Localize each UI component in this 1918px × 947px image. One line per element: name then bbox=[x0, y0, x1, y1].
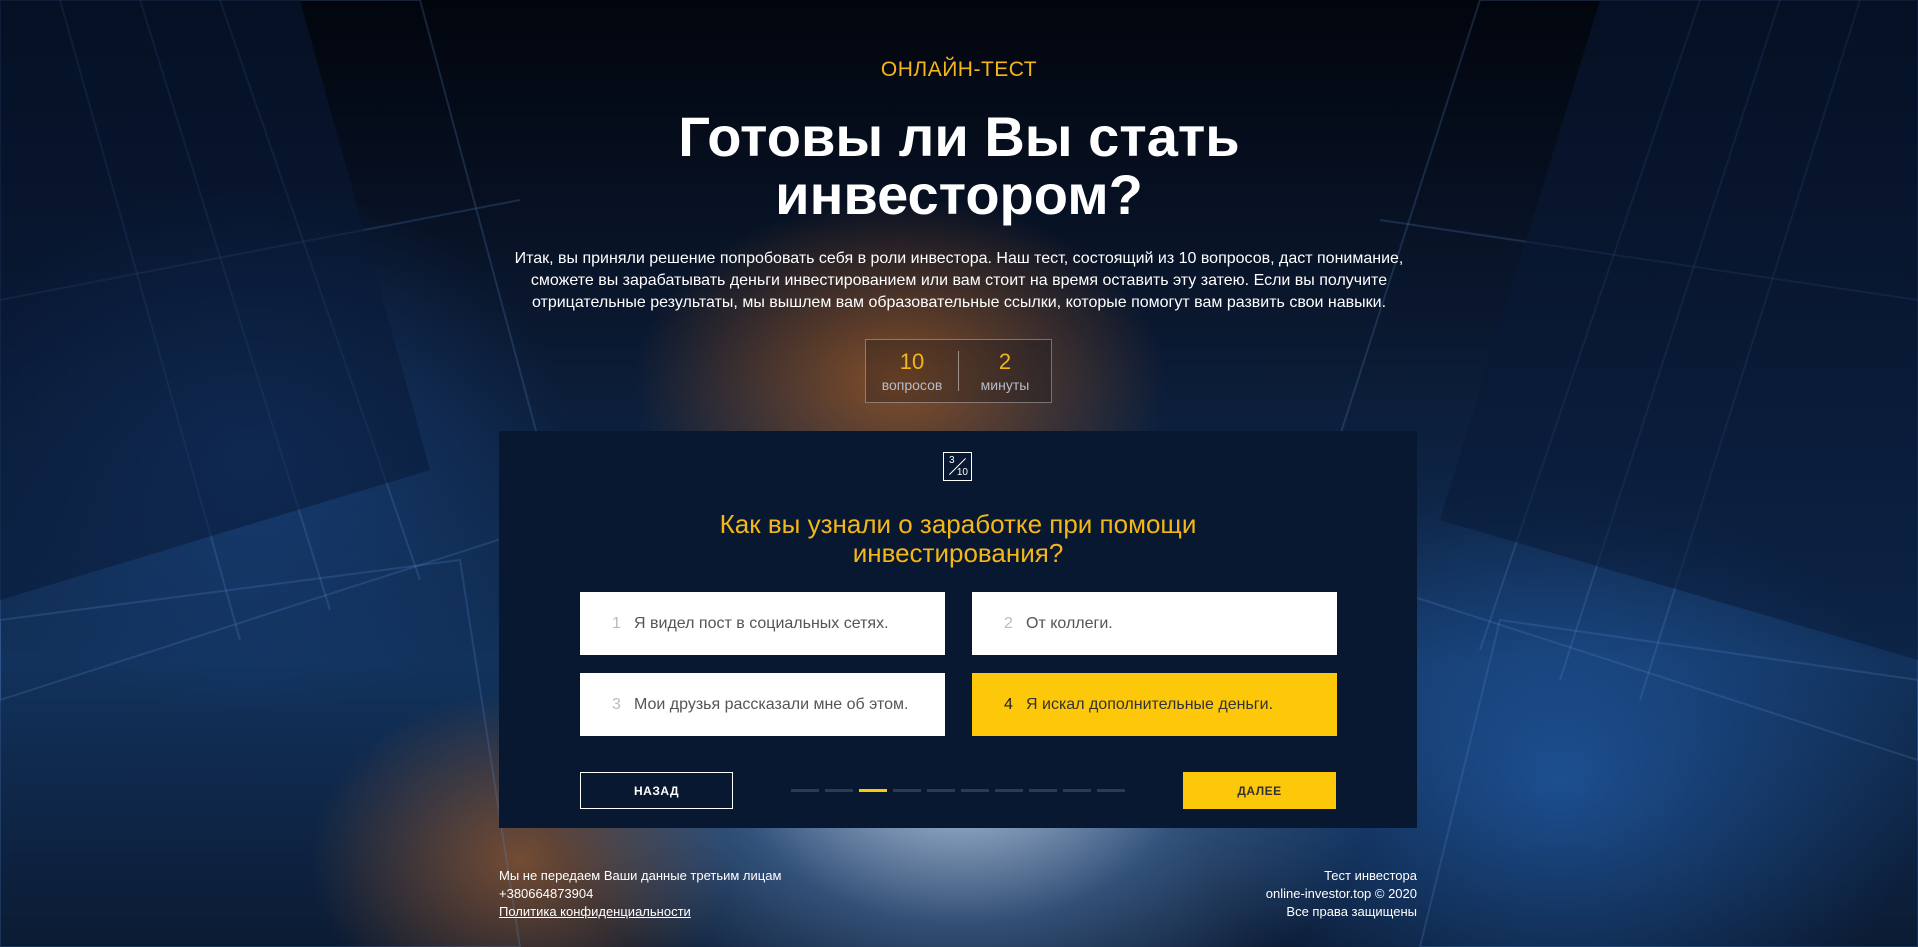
copyright: online-investor.top © 2020 bbox=[1265, 886, 1417, 901]
answer-label: От коллеги. bbox=[1026, 614, 1113, 632]
answer-number: 1 bbox=[612, 614, 621, 632]
questions-count: 10 bbox=[899, 349, 925, 374]
question-counter: 3 10 bbox=[943, 452, 972, 481]
answer-label: Я искал дополнительные деньги. bbox=[1026, 695, 1274, 713]
progress-segment bbox=[961, 789, 989, 792]
counter-total: 10 bbox=[956, 467, 968, 478]
answer-number: 3 bbox=[612, 695, 621, 713]
answer-option-2[interactable]: 2 От коллеги. bbox=[972, 592, 1337, 655]
rights-note: Все права защищены bbox=[1286, 904, 1417, 919]
footer-left: Мы не передаем Ваши данные третьим лицам… bbox=[499, 867, 781, 921]
progress-segment bbox=[1097, 789, 1125, 792]
progress-segment bbox=[859, 789, 887, 792]
answer-option-4[interactable]: 4 Я искал дополнительные деньги. bbox=[972, 673, 1337, 736]
minutes-stat: 2 минуты bbox=[959, 349, 1051, 393]
kicker-label: ОНЛАЙН-ТЕСТ bbox=[880, 58, 1038, 81]
test-stats-box: 10 вопросов 2 минуты bbox=[865, 339, 1052, 403]
questions-stat: 10 вопросов bbox=[866, 349, 958, 393]
page-title: Готовы ли Вы стать инвестором? bbox=[678, 105, 1240, 226]
intro-text: Итак, вы приняли решение попробовать себ… bbox=[514, 250, 1404, 311]
progress-segment bbox=[927, 789, 955, 792]
progress-segment bbox=[995, 789, 1023, 792]
answer-number: 2 bbox=[1004, 614, 1013, 632]
next-button[interactable]: ДАЛЕЕ bbox=[1183, 772, 1336, 809]
answer-label: Я видел пост в социальных сетях. bbox=[634, 614, 889, 632]
contact-phone: +380664873904 bbox=[499, 886, 594, 901]
answer-option-3[interactable]: 3 Мои друзья рассказали мне об этом. bbox=[580, 673, 945, 736]
question-text: Как вы узнали о заработке при помощи инв… bbox=[719, 509, 1197, 568]
answer-number: 4 bbox=[1004, 695, 1013, 713]
privacy-policy-link[interactable]: Политика конфиденциальности bbox=[499, 903, 781, 921]
progress-segment bbox=[1063, 789, 1091, 792]
counter-current: 3 bbox=[949, 455, 955, 466]
progress-indicator bbox=[791, 789, 1125, 792]
progress-segment bbox=[791, 789, 819, 792]
site-name: Тест инвестора bbox=[1324, 868, 1417, 883]
footer-right: Тест инвестора online-investor.top © 202… bbox=[1117, 867, 1417, 921]
questions-label: вопросов bbox=[881, 377, 943, 393]
progress-segment bbox=[1029, 789, 1057, 792]
progress-segment bbox=[825, 789, 853, 792]
minutes-label: минуты bbox=[980, 377, 1030, 393]
privacy-note: Мы не передаем Ваши данные третьим лицам bbox=[499, 868, 782, 883]
answer-option-1[interactable]: 1 Я видел пост в социальных сетях. bbox=[580, 592, 945, 655]
progress-segment bbox=[893, 789, 921, 792]
minutes-count: 2 bbox=[998, 349, 1012, 374]
answer-label: Мои друзья рассказали мне об этом. bbox=[634, 695, 909, 713]
page: ОНЛАЙН-ТЕСТ Готовы ли Вы стать инвесторо… bbox=[0, 0, 1918, 947]
back-button[interactable]: НАЗАД bbox=[580, 772, 733, 809]
